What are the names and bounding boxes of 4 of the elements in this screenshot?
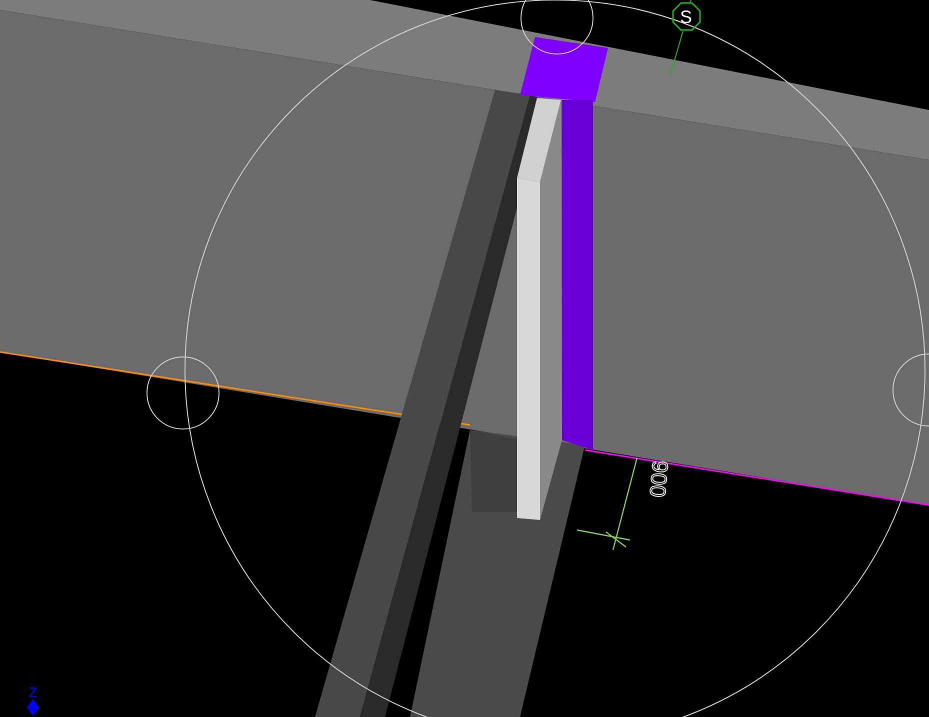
north-label: S bbox=[680, 7, 692, 27]
dimension-label: 900 bbox=[644, 460, 673, 498]
axis-icon bbox=[27, 699, 39, 716]
axis-label: Z bbox=[28, 684, 38, 700]
